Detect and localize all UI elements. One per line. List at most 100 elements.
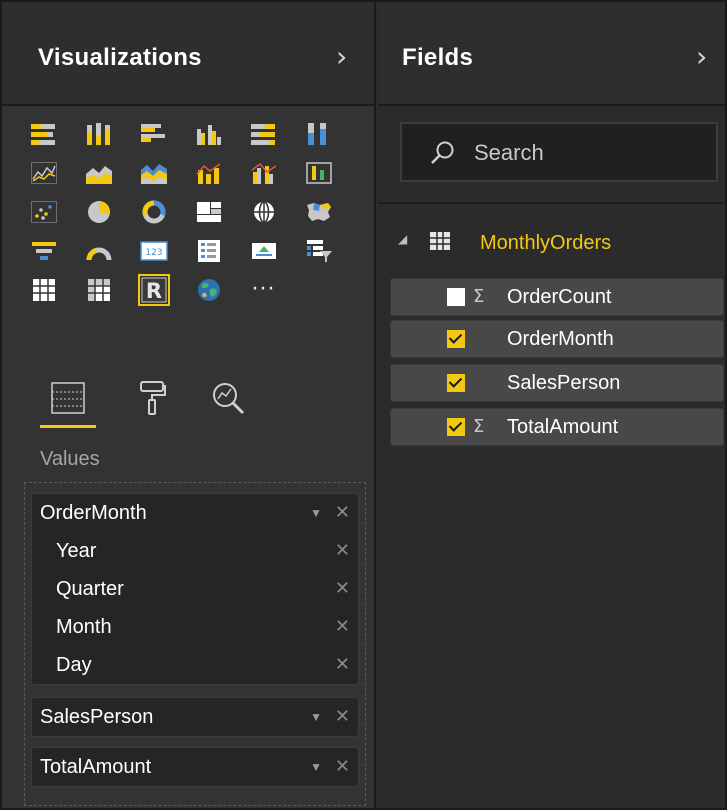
100-percent-stacked-column-icon[interactable] bbox=[291, 114, 346, 153]
hierarchy-level-label: Quarter bbox=[56, 578, 124, 600]
100-percent-stacked-bar-icon[interactable] bbox=[236, 114, 291, 153]
fields-title: Fields bbox=[402, 44, 474, 71]
field-name: OrderMonth bbox=[507, 328, 614, 350]
remove-field-icon[interactable]: ✕ bbox=[335, 494, 350, 532]
field-ordermonth[interactable]: OrderMonth bbox=[390, 320, 724, 358]
table-grid-icon bbox=[430, 232, 450, 250]
remove-field-icon[interactable]: ✕ bbox=[335, 698, 350, 736]
line-chart-icon[interactable] bbox=[16, 153, 71, 192]
fields-search-box[interactable]: Search bbox=[400, 122, 718, 182]
ribbon-chart-icon[interactable] bbox=[291, 153, 346, 192]
more-visuals-text: ··· bbox=[251, 277, 276, 302]
well-field-totalamount[interactable]: TotalAmount ▼ ✕ bbox=[32, 748, 358, 786]
hierarchy-level-year[interactable]: Year ✕ bbox=[32, 532, 358, 570]
r-script-visual-icon[interactable]: R bbox=[126, 270, 181, 309]
more-visuals-icon[interactable]: ··· bbox=[236, 270, 291, 309]
table-icon[interactable] bbox=[16, 270, 71, 309]
funnel-icon[interactable] bbox=[16, 231, 71, 270]
field-name: OrderCount bbox=[507, 286, 612, 308]
map-icon[interactable] bbox=[236, 192, 291, 231]
scatter-chart-icon[interactable] bbox=[16, 192, 71, 231]
matrix-icon[interactable] bbox=[71, 270, 126, 309]
line-and-stacked-column-icon[interactable] bbox=[181, 153, 236, 192]
field-ordercount[interactable]: Σ OrderCount bbox=[390, 278, 724, 316]
visualizations-header: Visualizations › bbox=[2, 2, 374, 106]
remove-level-icon[interactable]: ✕ bbox=[335, 646, 350, 684]
search-icon bbox=[431, 141, 454, 164]
table-node-monthlyorders[interactable]: ◢ MonthlyOrders bbox=[398, 226, 718, 262]
remove-level-icon[interactable]: ✕ bbox=[335, 532, 350, 570]
format-tab[interactable] bbox=[122, 368, 182, 428]
card-icon-text: 123 bbox=[145, 248, 162, 258]
ordermonth-well[interactable]: OrderMonth ▼ ✕ Year ✕ Quarter ✕ Month ✕ bbox=[31, 493, 359, 685]
hierarchy-level-day[interactable]: Day ✕ bbox=[32, 646, 358, 684]
hierarchy-level-label: Day bbox=[56, 654, 92, 676]
values-well-label: Values bbox=[40, 448, 100, 470]
hierarchy-level-month[interactable]: Month ✕ bbox=[32, 608, 358, 646]
clustered-bar-chart-icon[interactable] bbox=[126, 114, 181, 153]
gauge-icon[interactable] bbox=[71, 231, 126, 270]
visualizations-title: Visualizations bbox=[38, 44, 202, 71]
well-field-label: SalesPerson bbox=[40, 706, 154, 728]
salesperson-well[interactable]: SalesPerson ▼ ✕ bbox=[31, 697, 359, 737]
field-checkbox-checked[interactable] bbox=[447, 374, 465, 392]
paint-roller-icon bbox=[140, 381, 166, 415]
totalamount-well[interactable]: TotalAmount ▼ ✕ bbox=[31, 747, 359, 787]
remove-level-icon[interactable]: ✕ bbox=[335, 570, 350, 608]
field-salesperson[interactable]: SalesPerson bbox=[390, 364, 724, 402]
well-field-label: OrderMonth bbox=[40, 502, 147, 524]
fields-tab[interactable] bbox=[38, 368, 98, 428]
field-name: TotalAmount bbox=[507, 416, 619, 438]
slicer-icon[interactable] bbox=[291, 231, 346, 270]
chevron-down-icon[interactable]: ▼ bbox=[310, 748, 322, 786]
values-well[interactable]: OrderMonth ▼ ✕ Year ✕ Quarter ✕ Month ✕ bbox=[24, 482, 366, 806]
sigma-icon: Σ bbox=[473, 286, 485, 307]
treemap-icon[interactable] bbox=[181, 192, 236, 231]
chevron-down-icon[interactable]: ▼ bbox=[310, 698, 322, 736]
filled-map-icon[interactable] bbox=[291, 192, 346, 231]
fields-pane: Fields › Search ◢ MonthlyOrders Σ OrderC… bbox=[378, 2, 725, 808]
well-field-ordermonth[interactable]: OrderMonth ▼ ✕ bbox=[32, 494, 358, 532]
powerbi-panes: Visualizations › 123 R ··· Values OrderM… bbox=[0, 0, 727, 810]
stacked-column-chart-icon[interactable] bbox=[71, 114, 126, 153]
field-checkbox-unchecked[interactable] bbox=[447, 288, 465, 306]
hierarchy-level-label: Month bbox=[56, 616, 112, 638]
hierarchy-level-quarter[interactable]: Quarter ✕ bbox=[32, 570, 358, 608]
fields-well-icon bbox=[51, 382, 85, 414]
table-name: MonthlyOrders bbox=[480, 232, 612, 254]
stacked-bar-chart-icon[interactable] bbox=[16, 114, 71, 153]
field-name: SalesPerson bbox=[507, 372, 621, 394]
globe-map-icon[interactable] bbox=[181, 270, 236, 309]
visualizations-tab-bar bbox=[38, 368, 298, 428]
sigma-icon: Σ bbox=[473, 416, 485, 437]
area-chart-icon[interactable] bbox=[71, 153, 126, 192]
remove-level-icon[interactable]: ✕ bbox=[335, 608, 350, 646]
field-checkbox-checked[interactable] bbox=[447, 418, 465, 436]
field-checkbox-checked[interactable] bbox=[447, 330, 465, 348]
visualizations-pane: Visualizations › 123 R ··· Values OrderM… bbox=[2, 2, 376, 808]
expand-fields-icon[interactable]: › bbox=[696, 40, 707, 73]
multi-row-card-icon[interactable] bbox=[181, 231, 236, 270]
visual-gallery: 123 R ··· bbox=[16, 114, 366, 309]
line-and-clustered-column-icon[interactable] bbox=[236, 153, 291, 192]
divider bbox=[378, 202, 725, 204]
search-placeholder: Search bbox=[474, 140, 544, 165]
donut-chart-icon[interactable] bbox=[126, 192, 181, 231]
r-icon-text: R bbox=[145, 279, 161, 303]
expand-visualizations-icon[interactable]: › bbox=[336, 40, 347, 73]
remove-field-icon[interactable]: ✕ bbox=[335, 748, 350, 786]
collapse-triangle-icon[interactable]: ◢ bbox=[398, 232, 407, 246]
fields-header: Fields › bbox=[378, 2, 725, 106]
clustered-column-chart-icon[interactable] bbox=[181, 114, 236, 153]
stacked-area-chart-icon[interactable] bbox=[126, 153, 181, 192]
hierarchy-level-label: Year bbox=[56, 540, 97, 562]
card-icon[interactable]: 123 bbox=[126, 231, 181, 270]
well-field-label: TotalAmount bbox=[40, 756, 152, 778]
chevron-down-icon[interactable]: ▼ bbox=[310, 494, 322, 532]
kpi-icon[interactable] bbox=[236, 231, 291, 270]
analytics-tab[interactable] bbox=[198, 368, 258, 428]
field-totalamount[interactable]: Σ TotalAmount bbox=[390, 408, 724, 446]
analytics-magnifier-icon bbox=[213, 383, 245, 415]
pie-chart-icon[interactable] bbox=[71, 192, 126, 231]
well-field-salesperson[interactable]: SalesPerson ▼ ✕ bbox=[32, 698, 358, 736]
